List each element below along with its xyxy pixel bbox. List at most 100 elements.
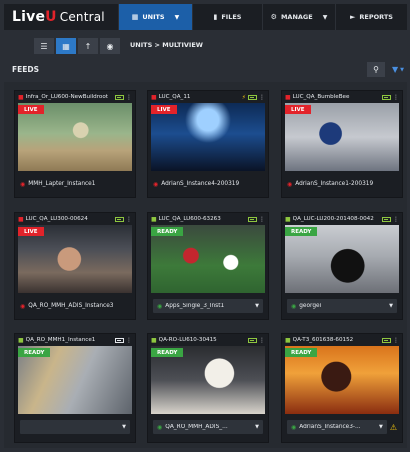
more-options-icon[interactable]: ⋮ — [393, 337, 399, 344]
chevron-down-icon: ▼ — [389, 303, 393, 309]
card-header: ■ LUC_QA_LU600-63263 ⋮ — [148, 213, 268, 225]
card-header: ■ LUC_QA_11 ⚡ ⋮ — [148, 91, 268, 103]
video-thumbnail[interactable]: READY — [151, 346, 265, 414]
logo-text-central: Central — [59, 10, 105, 24]
card-header: ■ Infra_Or_LU600-NewBuildroot ⋮ — [15, 91, 135, 103]
liveu-logo[interactable]: Live U Central — [4, 4, 118, 30]
chevron-down-icon: ▼ — [400, 66, 404, 73]
video-thumbnail[interactable]: READY — [285, 346, 399, 414]
card-header: ■ LUC_QA_LU300-00624 ⋮ — [15, 213, 135, 225]
status-circle-icon: ◉ — [291, 423, 297, 431]
upload-button[interactable]: ↑ — [78, 38, 98, 54]
tab-reports[interactable]: ► REPORTS — [335, 4, 407, 30]
multiview-button[interactable]: ▦ — [56, 38, 76, 54]
feed-card[interactable]: ■ LUC_QA_11 ⚡ ⋮ LIVE ◉ AdrianS_Instance4-… — [147, 90, 269, 198]
card-footer: ◉ QA_RO_MMH_ADIS_... ▼ — [148, 414, 268, 440]
tab-files[interactable]: ▮ FILES — [192, 4, 262, 30]
status-badge: READY — [285, 227, 318, 236]
filter-button[interactable]: ▼ ▼ — [388, 62, 408, 77]
status-circle-icon: ◉ — [291, 302, 297, 310]
video-thumbnail[interactable]: READY — [151, 225, 265, 293]
battery-icon — [382, 94, 391, 100]
feeds-title: FEEDS — [12, 65, 39, 74]
unit-device-icon: ■ — [151, 93, 157, 101]
unit-device-icon: ■ — [18, 215, 24, 223]
tab-units[interactable]: ▦ UNITS ▼ — [118, 4, 192, 30]
card-footer: ◉ Apps_Single_3_Inst1 ▼ — [148, 293, 268, 319]
feed-card[interactable]: ■ LUC_QA_LU600-63263 ⋮ READY ◉ Apps_Singl… — [147, 212, 269, 320]
video-thumbnail[interactable]: LIVE — [18, 225, 132, 293]
unit-device-icon: ■ — [18, 336, 24, 344]
map-view-button[interactable]: ◉ — [100, 38, 120, 54]
video-thumbnail[interactable]: LIVE — [285, 103, 399, 171]
status-circle-icon: ◉ — [287, 180, 293, 188]
unit-device-icon: ■ — [18, 93, 24, 101]
battery-icon — [248, 337, 257, 343]
battery-icon — [115, 337, 124, 343]
logo-text-u: U — [45, 9, 57, 25]
status-circle-icon: ◉ — [20, 302, 26, 310]
status-badge: READY — [151, 348, 184, 357]
chevron-down-icon: ▼ — [255, 303, 259, 309]
battery-icon — [382, 337, 391, 343]
feed-card[interactable]: ■ LUC_QA_BumbleBee ⋮ LIVE ◉ AdrianS_Inst… — [281, 90, 403, 198]
status-badge: READY — [18, 348, 51, 357]
card-footer: ◉ AdrianS_Instance1-200319 — [282, 171, 402, 197]
report-icon: ► — [350, 13, 356, 21]
list-view-button[interactable]: ☰ — [34, 38, 54, 54]
more-options-icon[interactable]: ⋮ — [393, 216, 399, 223]
unit-name: QA-T3_601638-60152 — [292, 337, 354, 343]
multiview-icon: ▦ — [62, 41, 70, 51]
destination-select[interactable]: ◉ Apps_Single_3_Inst1 ▼ — [153, 299, 263, 313]
chevron-down-icon: ▼ — [378, 424, 383, 430]
feed-card[interactable]: ■ QA-T3_601638-60152 ⋮ READY ◉ AdrianS_In… — [281, 333, 403, 443]
destination-name: AdrianS_Instance3-... — [299, 424, 361, 430]
unit-name: Infra_Or_LU600-NewBuildroot — [25, 94, 108, 100]
status-badge: LIVE — [18, 227, 44, 236]
feed-card[interactable]: ■ Infra_Or_LU600-NewBuildroot ⋮ LIVE ◉ M… — [14, 90, 136, 198]
status-badge: LIVE — [285, 105, 311, 114]
chevron-down-icon[interactable]: ▼ — [175, 14, 180, 21]
chevron-down-icon: ▼ — [122, 424, 126, 430]
video-thumbnail[interactable]: READY — [285, 225, 399, 293]
destination-select[interactable]: ◉ QA_RO_MMH_ADIS_... ▼ — [153, 420, 263, 434]
more-options-icon[interactable]: ⋮ — [126, 94, 132, 101]
unit-device-icon: ■ — [285, 93, 291, 101]
unit-device-icon: ■ — [285, 336, 291, 344]
feed-card[interactable]: ■ QA_LUC-LU200-201408-0042 ⋮ READY ◉ geor… — [281, 212, 403, 320]
status-circle-icon: ◉ — [153, 180, 159, 188]
video-thumbnail[interactable]: LIVE — [151, 103, 265, 171]
battery-icon — [115, 216, 124, 222]
chevron-down-icon[interactable]: ▼ — [323, 14, 328, 21]
more-options-icon[interactable]: ⋮ — [259, 337, 265, 344]
chevron-down-icon: ▼ — [255, 424, 259, 430]
unit-name: QA-RO-LU610-30415 — [158, 337, 217, 343]
more-options-icon[interactable]: ⋮ — [259, 216, 265, 223]
card-footer: ◉ MMH_Lapter_Instance1 — [15, 171, 135, 197]
card-header: ■ LUC_QA_BumbleBee ⋮ — [282, 91, 402, 103]
battery-icon — [115, 94, 124, 100]
search-icon: ⚲ — [373, 65, 379, 74]
destination-select[interactable]: ▼ — [20, 420, 130, 434]
destination-select[interactable]: ◉ georgei ▼ — [287, 299, 397, 313]
destination-select[interactable]: ◉ AdrianS_Instance3-... ▼ — [287, 420, 387, 434]
status-badge: LIVE — [18, 105, 44, 114]
search-button[interactable]: ⚲ — [367, 62, 385, 77]
video-thumbnail[interactable]: LIVE — [18, 103, 132, 171]
status-badge: READY — [151, 227, 184, 236]
feed-card[interactable]: ■ LUC_QA_LU300-00624 ⋮ LIVE ◉ QA_RO_MMH_… — [14, 212, 136, 320]
card-footer: ◉ AdrianS_Instance4-200319 — [148, 171, 268, 197]
feed-card[interactable]: ■ QA-RO-LU610-30415 ⋮ READY ◉ QA_RO_MMH_A… — [147, 333, 269, 443]
tab-manage[interactable]: ⚙ MANAGE ▼ — [262, 4, 335, 30]
more-options-icon[interactable]: ⋮ — [259, 94, 265, 101]
list-view-icon: ☰ — [40, 41, 48, 51]
more-options-icon[interactable]: ⋮ — [393, 94, 399, 101]
feed-card[interactable]: ■ QA_RO_MMH1_Instance1 ⋮ READY ▼ — [14, 333, 136, 443]
more-options-icon[interactable]: ⋮ — [126, 337, 132, 344]
battery-icon — [248, 94, 257, 100]
status-circle-icon: ◉ — [20, 180, 26, 188]
unit-device-icon: ■ — [151, 215, 157, 223]
video-thumbnail[interactable]: READY — [18, 346, 132, 414]
destination-name: QA_RO_MMH_ADIS_... — [165, 424, 228, 430]
more-options-icon[interactable]: ⋮ — [126, 216, 132, 223]
